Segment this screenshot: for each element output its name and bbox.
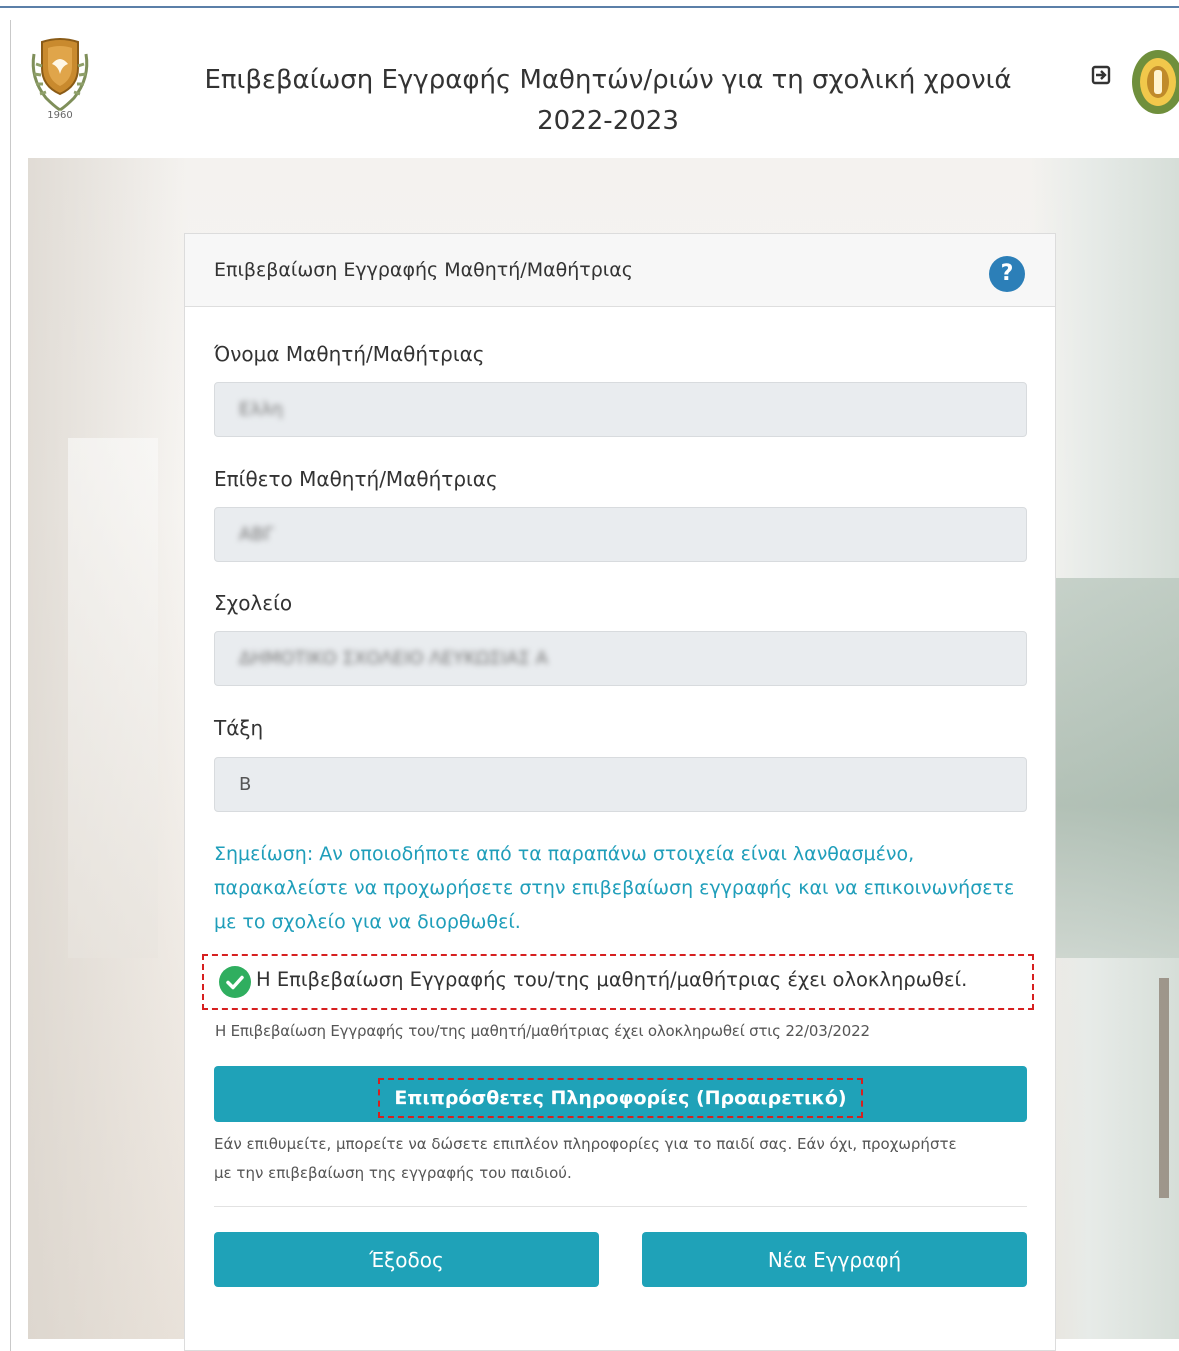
check-circle-icon [219,966,251,998]
first-name-label: Όνομα Μαθητή/Μαθήτριας [214,342,485,366]
class-field: B [214,757,1027,812]
panel-header: Επιβεβαίωση Εγγραφής Μαθητή/Μαθήτριας ? [185,234,1055,307]
school-value: ΔΗΜΟΤΙΚΟ ΣΧΟΛΕΙΟ ΛΕΥΚΩΣΙΑΣ Α [239,648,548,669]
completion-status: Η Επιβεβαίωση Εγγραφής του/της μαθητή/μα… [202,954,1034,1010]
last-name-label: Επίθετο Μαθητή/Μαθήτριας [214,467,498,491]
svg-text:1960: 1960 [47,110,72,120]
top-rule [0,6,1179,8]
class-value: B [239,774,252,795]
ministry-emblem-icon [1126,48,1179,116]
last-name-field: ΑΒΓ [214,507,1027,562]
logout-icon[interactable] [1090,64,1112,86]
first-name-field: Ελλη [214,382,1027,437]
completion-message: Η Επιβεβαίωση Εγγραφής του/της μαθητή/μα… [256,968,968,991]
last-name-value: ΑΒΓ [239,524,274,545]
school-label: Σχολείο [214,591,293,615]
additional-info-label: Επιπρόσθετες Πληροφορίες (Προαιρετικό) [378,1077,863,1118]
class-label: Τάξη [214,716,264,740]
additional-info-note: Εάν επιθυμείτε, μπορείτε να δώσετε επιπλ… [214,1135,957,1182]
correction-note: Σημείωση: Αν οποιοδήποτε από τα παραπάνω… [214,843,1015,933]
frame-border [10,20,11,1351]
registration-panel: Επιβεβαίωση Εγγραφής Μαθητή/Μαθήτριας ? … [184,233,1056,1351]
header: 1960 Επιβεβαίωση Εγγραφής Μαθητών/ριών γ… [28,22,1179,158]
page-title: Επιβεβαίωση Εγγραφής Μαθητών/ριών για τη… [204,65,1012,136]
exit-button[interactable]: Έξοδος [214,1232,599,1287]
cyprus-emblem-icon: 1960 [28,34,92,121]
additional-info-button[interactable]: Επιπρόσθετες Πληροφορίες (Προαιρετικό) [214,1066,1027,1122]
school-field: ΔΗΜΟΤΙΚΟ ΣΧΟΛΕΙΟ ΛΕΥΚΩΣΙΑΣ Α [214,631,1027,686]
completion-date: Η Επιβεβαίωση Εγγραφής του/της μαθητή/μα… [215,1022,870,1040]
help-icon[interactable]: ? [989,256,1025,292]
first-name-value: Ελλη [239,399,284,420]
new-registration-button[interactable]: Νέα Εγγραφή [642,1232,1027,1287]
panel-title: Επιβεβαίωση Εγγραφής Μαθητή/Μαθήτριας [214,259,633,281]
divider [214,1206,1027,1207]
